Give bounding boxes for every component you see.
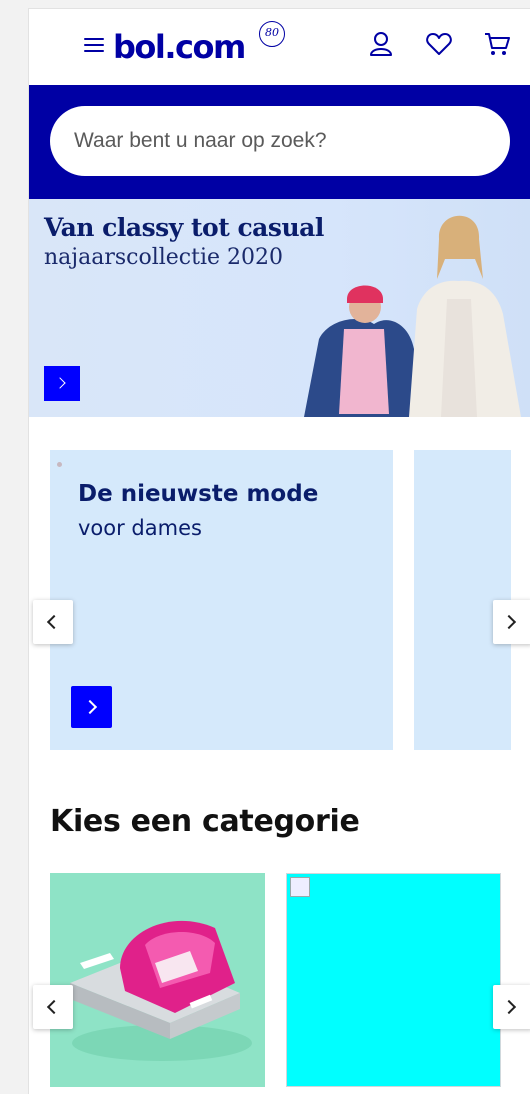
hole-punch-image	[70, 920, 252, 1061]
promo-cta-button[interactable]	[71, 686, 112, 728]
hero-models-image	[304, 215, 521, 417]
category-heading: Kies een categorie	[50, 804, 360, 839]
hero-cta-button[interactable]	[44, 366, 80, 401]
heart-icon[interactable]	[424, 29, 454, 59]
chevron-right-icon	[501, 614, 517, 630]
chevron-left-icon	[46, 614, 62, 630]
page: bol.com 80 Van classy tot casual naj	[28, 8, 530, 1094]
cart-icon[interactable]	[482, 29, 512, 59]
carousel-prev-button[interactable]	[33, 600, 73, 644]
chevron-right-icon	[82, 699, 98, 715]
menu-icon[interactable]	[83, 35, 107, 55]
promo-card-fashion[interactable]: De nieuwste mode voor dames	[50, 450, 393, 750]
logo[interactable]: bol.com	[113, 29, 246, 65]
chevron-right-icon	[54, 377, 66, 389]
promo-title: De nieuwste mode	[78, 481, 319, 507]
category-prev-button[interactable]	[33, 985, 73, 1029]
chevron-right-icon	[501, 999, 517, 1015]
anniversary-badge: 80	[259, 21, 285, 47]
search-band	[29, 85, 530, 199]
top-header: bol.com 80	[29, 9, 530, 85]
image-placeholder-icon	[57, 462, 62, 467]
hero-title: Van classy tot casual	[44, 213, 324, 242]
category-tile-second[interactable]	[286, 873, 501, 1087]
carousel-next-button[interactable]	[493, 600, 530, 644]
chevron-left-icon	[46, 999, 62, 1015]
broken-image-icon	[290, 877, 310, 897]
search-input[interactable]	[50, 106, 510, 176]
category-next-button[interactable]	[493, 985, 530, 1029]
hero-subtitle: najaarscollectie 2020	[44, 245, 284, 270]
category-tile-office[interactable]	[50, 873, 265, 1087]
promo-subtitle: voor dames	[78, 516, 202, 540]
user-icon[interactable]	[366, 29, 396, 59]
hero-banner[interactable]: Van classy tot casual najaarscollectie 2…	[29, 199, 530, 417]
